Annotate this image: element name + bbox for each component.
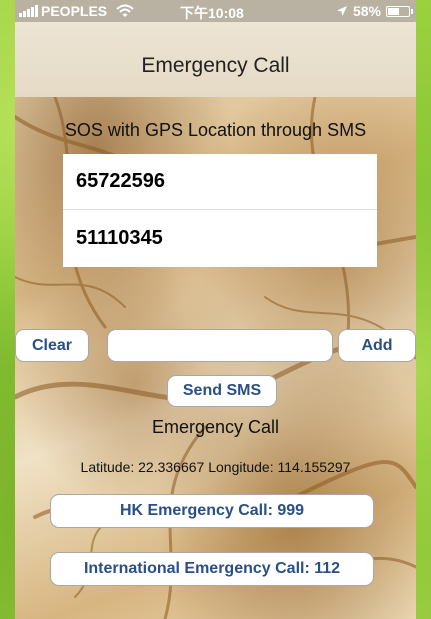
sms-subtitle: SOS with GPS Location through SMS (64, 120, 367, 140)
international-emergency-call-button[interactable]: International Emergency Call: 112 (50, 552, 374, 586)
status-bar: PEOPLES 下午10:08 58% (15, 0, 416, 22)
emergency-call-label: Emergency Call (151, 417, 280, 437)
hk-emergency-call-button[interactable]: HK Emergency Call: 999 (50, 494, 374, 528)
app-screen: PEOPLES 下午10:08 58% Emergency Call SOS w… (15, 0, 416, 619)
carrier-label: PEOPLES (41, 3, 108, 19)
clock: 下午10:08 (180, 5, 244, 21)
gps-location-text: Latitude: 22.336667 Longitude: 114.15529… (80, 459, 351, 475)
location-arrow-icon (336, 6, 347, 16)
emergency-number-list: 65722596 51110345 (63, 154, 377, 267)
list-item[interactable]: 51110345 (63, 210, 377, 266)
wifi-icon (116, 4, 134, 17)
phone-number-input[interactable] (107, 329, 333, 362)
main-content: SOS with GPS Location through SMS 657225… (15, 97, 416, 619)
page-title: Emergency Call (141, 54, 290, 77)
clear-button[interactable]: Clear (15, 329, 89, 362)
signal-bars-icon (19, 5, 38, 17)
list-item[interactable]: 65722596 (63, 154, 377, 210)
battery-percent: 58% (352, 3, 381, 19)
battery-icon (386, 5, 413, 17)
add-button[interactable]: Add (338, 329, 416, 362)
send-sms-button[interactable]: Send SMS (167, 375, 277, 407)
navigation-bar: Emergency Call (15, 22, 416, 97)
